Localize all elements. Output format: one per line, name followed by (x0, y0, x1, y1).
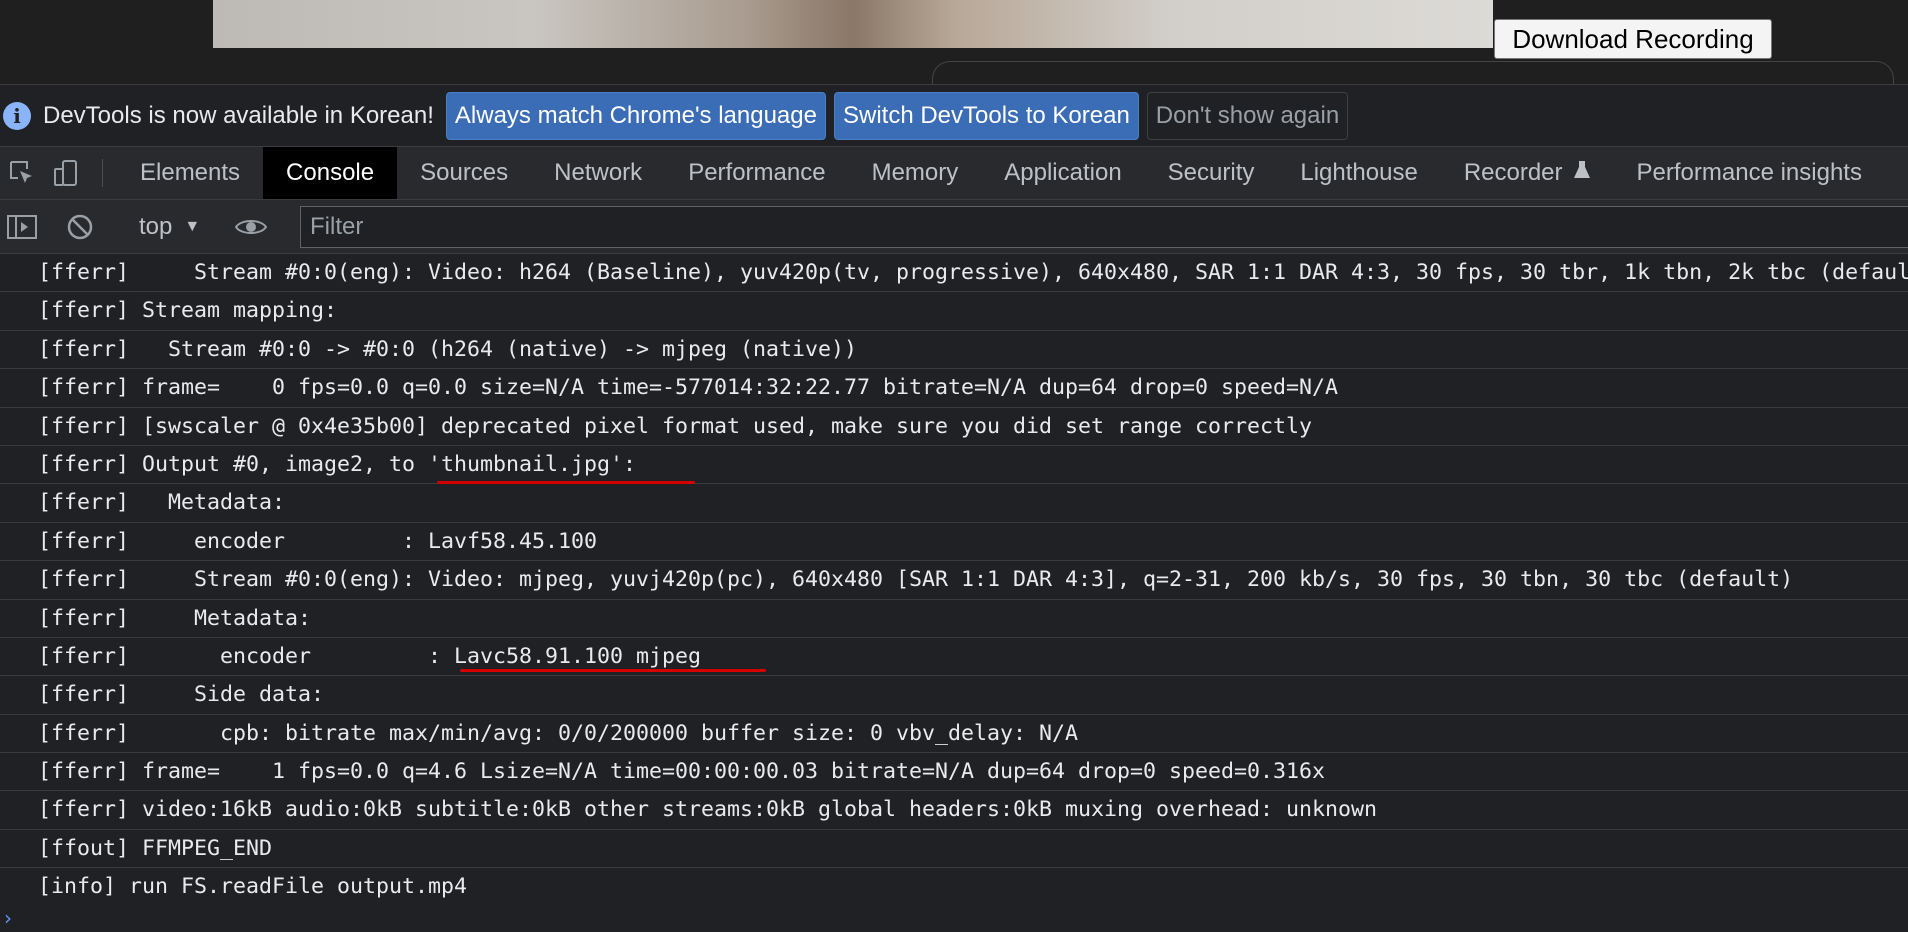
console-message: [fferr] Metadata: (0, 484, 1908, 523)
tab-console[interactable]: Console (263, 147, 398, 199)
console-message: [ffout] FFMPEG_END (0, 830, 1908, 869)
download-recording-button[interactable]: Download Recording (1494, 19, 1772, 59)
console-message: [fferr] video:16kB audio:0kB subtitle:0k… (0, 791, 1908, 830)
tab-application[interactable]: Application (981, 147, 1144, 199)
tab-sources[interactable]: Sources (397, 147, 531, 199)
tab-recorder[interactable]: Recorder (1441, 147, 1614, 199)
language-infobar: i DevTools is now available in Korean! A… (0, 84, 1908, 146)
console-message: [fferr] Stream #0:0(eng): Video: h264 (B… (0, 254, 1908, 293)
context-selector[interactable]: top ▼ (139, 213, 200, 241)
inspect-element-icon[interactable] (0, 147, 44, 199)
console-message: [fferr] [swscaler @ 0x4e35b00] deprecate… (0, 408, 1908, 446)
console-message: [fferr] Output #0, image2, to 'thumbnail… (0, 446, 1908, 485)
tab-performance[interactable]: Performance (665, 147, 848, 199)
console-message: [fferr] Stream #0:0 -> #0:0 (h264 (nativ… (0, 331, 1908, 370)
console-message: [fferr] encoder : Lavc58.91.100 mjpeg (0, 638, 1908, 677)
console-message: [fferr] frame= 1 fps=0.0 q=4.6 Lsize=N/A… (0, 753, 1908, 792)
devtools-tabbar: Elements Console Sources Network Perform… (0, 146, 1908, 200)
always-match-language-button[interactable]: Always match Chrome's language (445, 91, 826, 140)
info-icon: i (3, 101, 31, 130)
console-filter-input[interactable]: Filter (300, 206, 1908, 248)
console-message: [fferr] encoder : Lavf58.45.100 (0, 523, 1908, 562)
page-area: Download Recording (0, 0, 1908, 101)
annotation-underline-thumbnail (437, 481, 695, 484)
infobar-message: DevTools is now available in Korean! (43, 101, 434, 129)
annotation-underline-lavc (460, 669, 766, 672)
tab-network[interactable]: Network (531, 147, 665, 199)
experimental-flask-icon (1573, 159, 1591, 187)
console-message: [fferr] cpb: bitrate max/min/avg: 0/0/20… (0, 715, 1908, 754)
console-message: [fferr] Side data: (0, 676, 1908, 715)
console-message: [fferr] Stream mapping: (0, 292, 1908, 331)
live-expression-eye-icon[interactable] (233, 209, 269, 245)
dont-show-again-button[interactable]: Don't show again (1146, 91, 1349, 140)
console-toolbar: top ▼ Filter (0, 200, 1908, 254)
tab-performance-insights[interactable]: Performance insights (1614, 147, 1885, 199)
tab-elements[interactable]: Elements (117, 147, 263, 199)
device-toolbar-icon[interactable] (44, 147, 88, 199)
console-message: [fferr] frame= 0 fps=0.0 q=0.0 size=N/A … (0, 369, 1908, 408)
video-preview (213, 0, 1493, 48)
console-prompt-chevron-icon[interactable]: › (4, 906, 12, 930)
console-messages: [fferr] Stream #0:0(eng): Video: h264 (B… (0, 254, 1908, 900)
tab-memory[interactable]: Memory (849, 147, 982, 199)
tab-security[interactable]: Security (1145, 147, 1278, 199)
console-message: [fferr] Stream #0:0(eng): Video: mjpeg, … (0, 561, 1908, 600)
tab-recorder-label: Recorder (1463, 159, 1563, 186)
show-sidebar-icon[interactable] (4, 209, 40, 245)
console-message: [info] run FS.readFile output.mp4 (0, 868, 1908, 900)
chevron-down-icon: ▼ (184, 217, 201, 235)
switch-to-korean-button[interactable]: Switch DevTools to Korean (833, 91, 1139, 140)
toolbar-divider (102, 159, 103, 187)
tab-lighthouse[interactable]: Lighthouse (1277, 147, 1440, 199)
console-message: [fferr] Metadata: (0, 600, 1908, 638)
context-selector-label: top (139, 212, 173, 240)
clear-console-icon[interactable] (62, 209, 98, 245)
